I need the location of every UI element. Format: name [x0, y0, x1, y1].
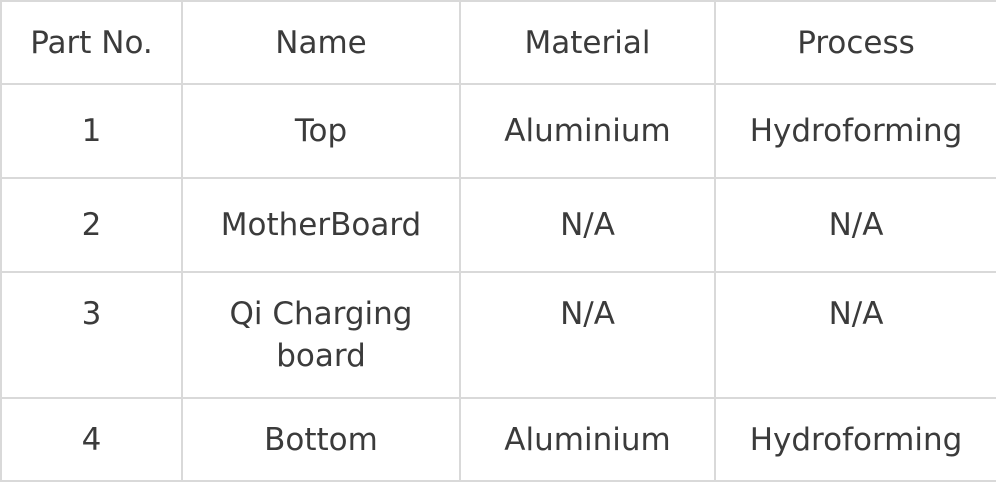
table-row: 1 Top Aluminium Hydroforming	[0, 83, 996, 179]
table-row: 2 MotherBoard N/A N/A	[0, 177, 996, 273]
cell-part-no: 3	[0, 271, 183, 399]
cell-part-no: 2	[0, 177, 183, 273]
header-name: Name	[181, 0, 461, 85]
cell-material: N/A	[459, 177, 716, 273]
header-part-no: Part No.	[0, 0, 183, 85]
cell-process: N/A	[714, 177, 996, 273]
parts-table: Part No. Name Material Process 1 Top Alu…	[0, 0, 996, 482]
table-row: 4 Bottom Aluminium Hydroforming	[0, 397, 996, 482]
cell-name: Qi Charging board	[181, 271, 461, 399]
cell-material: N/A	[459, 271, 716, 399]
cell-material: Aluminium	[459, 83, 716, 179]
cell-process: N/A	[714, 271, 996, 399]
cell-name: MotherBoard	[181, 177, 461, 273]
table-header-row: Part No. Name Material Process	[0, 0, 996, 85]
cell-name: Top	[181, 83, 461, 179]
cell-material: Aluminium	[459, 397, 716, 482]
cell-part-no: 4	[0, 397, 183, 482]
header-process: Process	[714, 0, 996, 85]
table-row: 3 Qi Charging board N/A N/A	[0, 271, 996, 399]
cell-name: Bottom	[181, 397, 461, 482]
cell-process: Hydroforming	[714, 397, 996, 482]
cell-part-no: 1	[0, 83, 183, 179]
header-material: Material	[459, 0, 716, 85]
cell-process: Hydroforming	[714, 83, 996, 179]
